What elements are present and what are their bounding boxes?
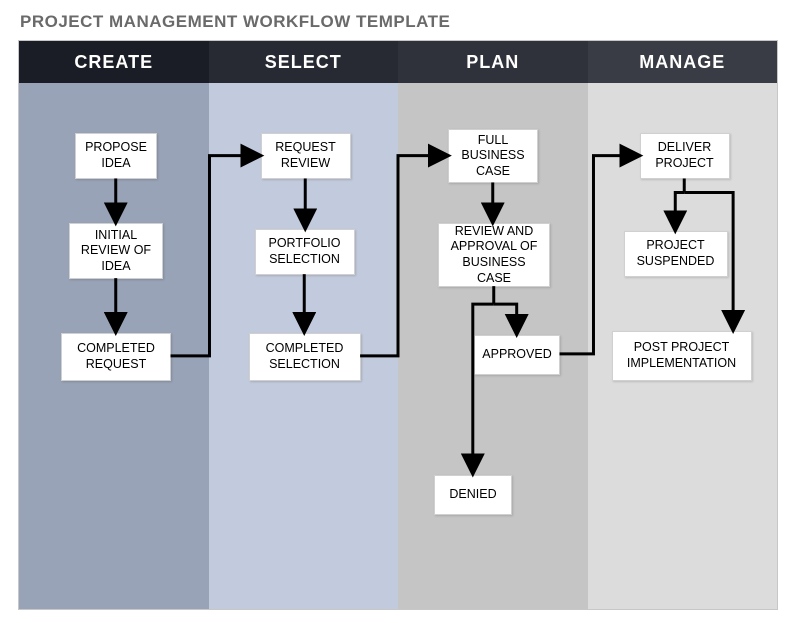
node-initial-review: INITIAL REVIEW OF IDEA — [69, 223, 163, 279]
node-denied: DENIED — [434, 475, 512, 515]
column-header-manage: MANAGE — [588, 41, 778, 83]
column-body-plan: FULL BUSINESS CASE REVIEW AND APPROVAL OF… — [398, 83, 588, 609]
column-header-select: SELECT — [209, 41, 399, 83]
node-completed-request: COMPLETED REQUEST — [61, 333, 171, 381]
column-create: CREATE PROPOSE IDEA INITIAL REVIEW OF IDEA… — [19, 41, 209, 609]
column-header-plan: PLAN — [398, 41, 588, 83]
column-header-create: CREATE — [19, 41, 209, 83]
node-deliver-project: DELIVER PROJECT — [640, 133, 730, 179]
workflow-diagram: CREATE PROPOSE IDEA INITIAL REVIEW OF IDEA… — [18, 40, 778, 610]
page-title: PROJECT MANAGEMENT WORKFLOW TEMPLATE — [0, 0, 796, 40]
column-plan: PLAN FULL BUSINESS CASE REVIEW AND APPROVA… — [398, 41, 588, 609]
column-select: SELECT REQUEST REVIEW PORTFOLIO SELECTION C… — [209, 41, 399, 609]
node-post-project-impl: POST PROJECT IMPLEMENTATION — [612, 331, 752, 381]
node-approved: APPROVED — [474, 335, 560, 375]
node-request-review: REQUEST REVIEW — [261, 133, 351, 179]
node-project-suspended: PROJECT SUSPENDED — [624, 231, 728, 277]
column-body-create: PROPOSE IDEA INITIAL REVIEW OF IDEA COMPLE… — [19, 83, 209, 609]
node-completed-selection: COMPLETED SELECTION — [249, 333, 361, 381]
node-portfolio-selection: PORTFOLIO SELECTION — [255, 229, 355, 275]
column-body-select: REQUEST REVIEW PORTFOLIO SELECTION COMPLET… — [209, 83, 399, 609]
column-manage: MANAGE DELIVER PROJECT PROJECT SUSPENDED PO… — [588, 41, 778, 609]
column-body-manage: DELIVER PROJECT PROJECT SUSPENDED POST PRO… — [588, 83, 778, 609]
node-full-business-case: FULL BUSINESS CASE — [448, 129, 538, 183]
node-propose-idea: PROPOSE IDEA — [75, 133, 157, 179]
node-review-approval: REVIEW AND APPROVAL OF BUSINESS CASE — [438, 223, 550, 287]
